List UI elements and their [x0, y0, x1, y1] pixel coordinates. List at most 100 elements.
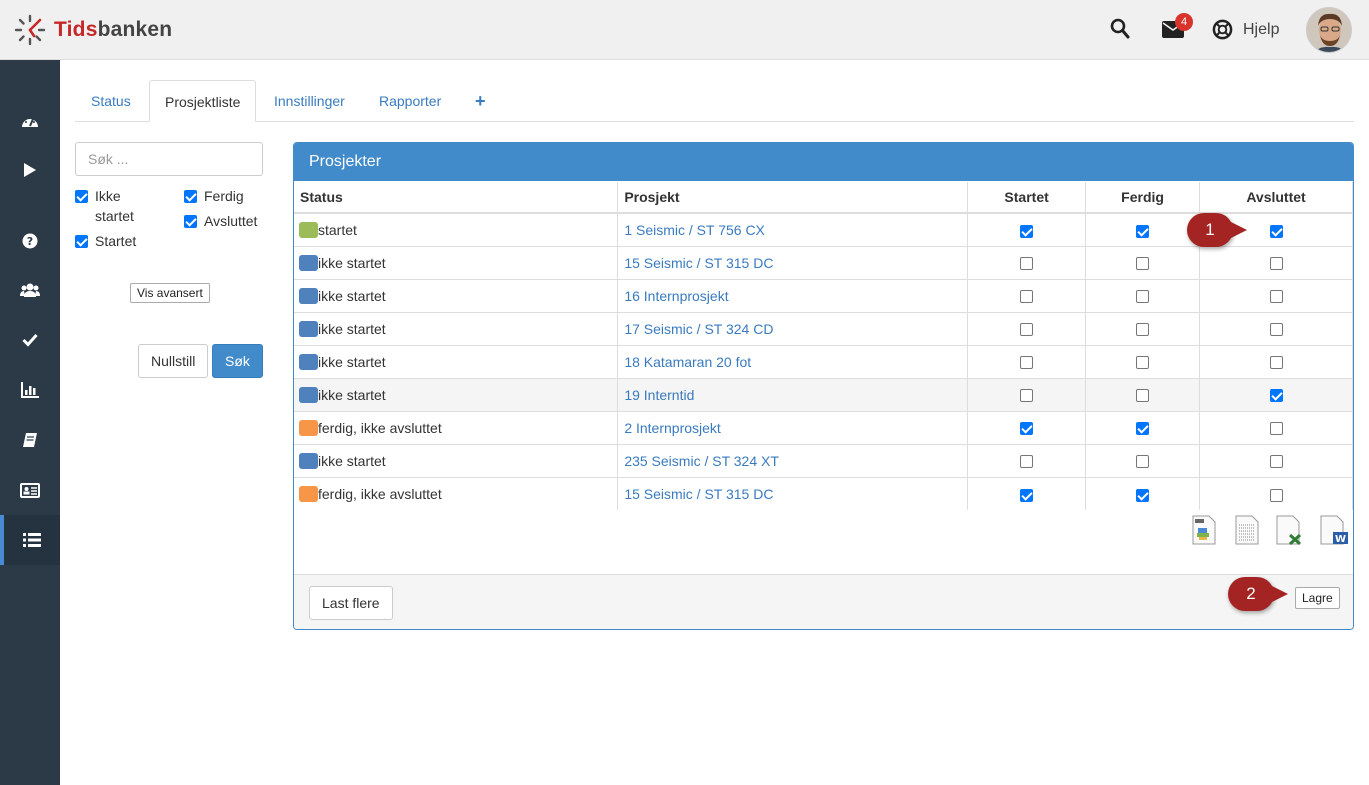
tidsbanken-logo[interactable]: Tidsbanken [14, 14, 172, 46]
filter-startet[interactable]: Startet [75, 233, 136, 251]
project-cell: 15 Seismic / ST 315 DC [617, 245, 969, 279]
ferdig-checkbox[interactable] [1136, 224, 1150, 238]
reset-button[interactable]: Nullstill [138, 344, 209, 378]
ferdig-checkbox[interactable] [1136, 455, 1150, 469]
avsluttet-checkbox[interactable] [1269, 224, 1283, 238]
text-export-icon[interactable] [1234, 515, 1260, 548]
filter-ikke-startet[interactable]: Ikke startet [75, 188, 175, 226]
book-icon [23, 433, 37, 447]
project-link[interactable]: 15 Seismic / ST 315 DC [618, 486, 773, 502]
help-link[interactable]: Hjelp [1212, 19, 1279, 40]
sidebar-item-play[interactable] [0, 145, 60, 195]
ferdig-checkbox[interactable] [1136, 257, 1150, 271]
sidebar-item-project-list[interactable] [0, 515, 60, 565]
ferdig-checkbox[interactable] [1136, 389, 1150, 403]
table-row: ferdig, ikke avsluttet 15 Seismic / ST 31… [294, 476, 1353, 510]
tab-innstillinger[interactable]: Innstillinger [259, 80, 360, 122]
startet-checkbox[interactable] [1020, 488, 1034, 502]
startet-checkbox[interactable] [1020, 290, 1034, 304]
startet-checkbox[interactable] [75, 235, 88, 248]
ikke-startet-checkbox[interactable] [75, 190, 88, 203]
project-link[interactable]: 1 Seismic / ST 756 CX [618, 222, 765, 238]
startet-checkbox[interactable] [1020, 455, 1034, 469]
avsluttet-checkbox[interactable] [1269, 257, 1283, 271]
filter-avsluttet[interactable]: Avsluttet [184, 213, 257, 231]
ferdig-checkbox[interactable] [1136, 323, 1150, 337]
table-row: ikke startet 16 Internprosjekt [294, 278, 1353, 312]
sidebar-item-help[interactable]: ? [0, 216, 60, 266]
project-link[interactable]: 16 Internprosjekt [618, 288, 728, 304]
tab-prosjektliste[interactable]: Prosjektliste [149, 80, 257, 122]
column-header-prosjekt[interactable]: Prosjekt [617, 182, 969, 214]
startet-checkbox[interactable] [1020, 224, 1034, 238]
tab-status[interactable]: Status [76, 80, 146, 122]
startet-cell [967, 377, 1087, 411]
ferdig-cell [1085, 410, 1201, 444]
bar-chart-icon [21, 382, 39, 398]
avsluttet-cell [1199, 344, 1353, 378]
column-header-avsluttet[interactable]: Avsluttet [1199, 182, 1353, 214]
ferdig-checkbox[interactable] [1136, 356, 1150, 370]
startet-checkbox[interactable] [1020, 422, 1034, 436]
ferdig-cell [1085, 212, 1201, 246]
avsluttet-checkbox[interactable] [1269, 290, 1283, 304]
startet-cell [967, 245, 1087, 279]
ferdig-checkbox[interactable] [1136, 290, 1150, 304]
column-header-ferdig[interactable]: Ferdig [1085, 182, 1201, 214]
avsluttet-checkbox[interactable] [1269, 455, 1283, 469]
startet-cell [967, 476, 1087, 510]
word-export-icon[interactable]: W [1319, 515, 1349, 548]
project-link[interactable]: 2 Internprosjekt [618, 420, 721, 436]
status-color-swatch [299, 254, 318, 271]
add-tab-button[interactable]: + [471, 80, 490, 122]
column-header-startet[interactable]: Startet [967, 182, 1087, 214]
startet-checkbox[interactable] [1020, 389, 1034, 403]
project-link[interactable]: 18 Katamaran 20 fot [618, 354, 751, 370]
sidebar-item-book[interactable] [0, 415, 60, 465]
status-text: ikke startet [318, 452, 386, 469]
excel-export-icon[interactable] [1275, 515, 1303, 548]
search-button[interactable]: Søk [212, 344, 263, 378]
startet-checkbox[interactable] [1020, 356, 1034, 370]
search-icon[interactable] [1110, 18, 1130, 43]
sidebar-item-id-card[interactable] [0, 465, 60, 515]
status-color-swatch [299, 485, 318, 502]
svg-text:W: W [1335, 534, 1346, 545]
column-header-status[interactable]: Status [294, 182, 619, 214]
avsluttet-checkbox[interactable] [1269, 488, 1283, 502]
project-cell: 19 Interntid [617, 377, 969, 411]
startet-checkbox[interactable] [1020, 257, 1034, 271]
mail-icon[interactable]: 4 [1162, 13, 1193, 41]
question-icon: ? [22, 233, 38, 249]
avsluttet-cell [1199, 377, 1353, 411]
ferdig-checkbox[interactable] [1136, 422, 1150, 436]
sidebar-item-users[interactable] [0, 265, 60, 315]
project-link[interactable]: 17 Seismic / ST 324 CD [618, 321, 773, 337]
sidebar-item-approve[interactable] [0, 315, 60, 365]
ferdig-checkbox[interactable] [184, 190, 197, 203]
filter-ferdig[interactable]: Ferdig [184, 188, 244, 206]
search-input[interactable] [75, 142, 263, 176]
avsluttet-checkbox[interactable] [1269, 422, 1283, 436]
panel-footer: Last flere Lagre [294, 574, 1353, 629]
ferdig-checkbox[interactable] [1136, 488, 1150, 502]
tab-rapporter[interactable]: Rapporter [364, 80, 456, 122]
sidebar-item-reports[interactable] [0, 365, 60, 415]
lifebuoy-icon [1212, 19, 1233, 40]
project-link[interactable]: 15 Seismic / ST 315 DC [618, 255, 773, 271]
save-button[interactable]: Lagre [1295, 587, 1340, 609]
project-link[interactable]: 235 Seismic / ST 324 XT [618, 453, 779, 469]
startet-checkbox[interactable] [1020, 323, 1034, 337]
show-advanced-button[interactable]: Vis avansert [130, 283, 210, 303]
avsluttet-checkbox[interactable] [1269, 389, 1283, 403]
startet-cell [967, 344, 1087, 378]
avsluttet-checkbox[interactable] [1269, 323, 1283, 337]
ferdig-cell [1085, 311, 1201, 345]
user-avatar[interactable] [1306, 7, 1352, 53]
project-link[interactable]: 19 Interntid [618, 387, 694, 403]
print-export-icon[interactable] [1191, 515, 1217, 548]
sidebar-item-dashboard[interactable] [0, 96, 60, 146]
avsluttet-checkbox[interactable] [184, 215, 197, 228]
load-more-button[interactable]: Last flere [309, 586, 393, 620]
avsluttet-checkbox[interactable] [1269, 356, 1283, 370]
